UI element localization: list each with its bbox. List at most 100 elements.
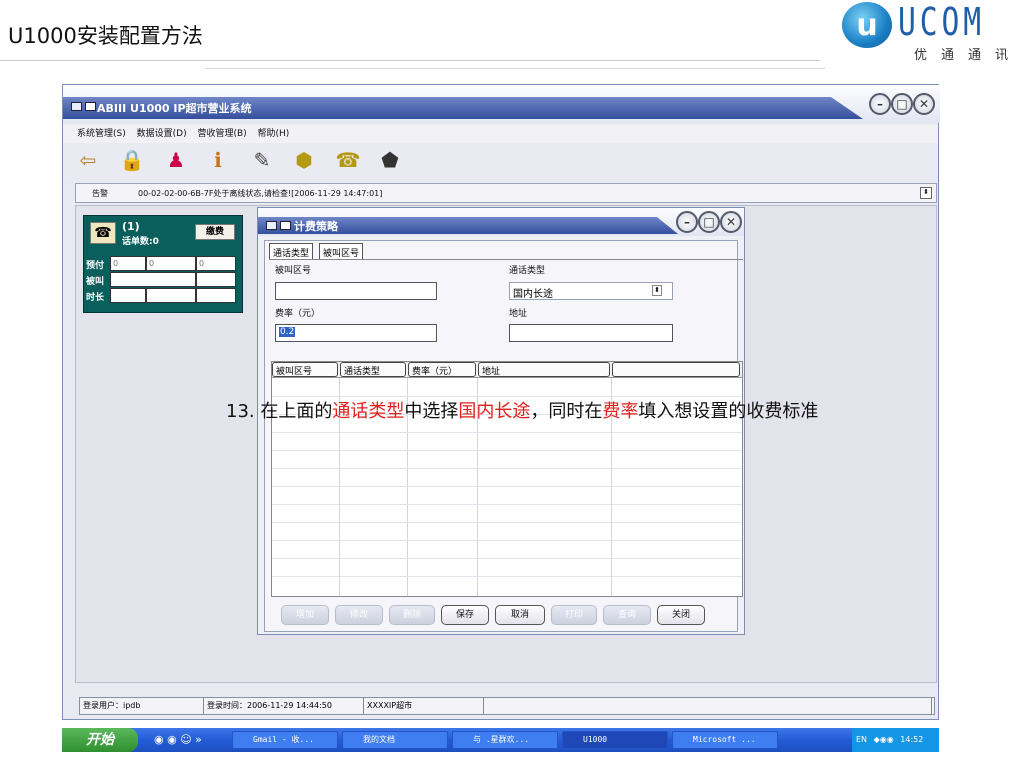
info-icon[interactable]: ℹ bbox=[205, 147, 231, 173]
dialog-titlebar[interactable]: 计费策略 – □ ✕ bbox=[258, 208, 744, 236]
taskbar-item-documents[interactable]: 我的文档 bbox=[342, 731, 448, 749]
system-tray: EN ◆◉◉ 14:52 bbox=[852, 728, 939, 752]
table-header: 被叫区号 通话类型 费率（元） 地址 bbox=[272, 362, 742, 378]
rate-input[interactable]: 0.2 bbox=[275, 324, 437, 342]
save-button[interactable]: 保存 bbox=[441, 605, 489, 625]
booth-cell bbox=[196, 288, 236, 303]
menu-system[interactable]: 系统管理(S) bbox=[77, 125, 126, 143]
users-icon[interactable]: ♟ bbox=[163, 147, 189, 173]
maximize-button[interactable]: □ bbox=[891, 93, 913, 115]
tab-call-type[interactable]: 通话类型 bbox=[269, 243, 314, 259]
rate-label: 费率（元） bbox=[275, 309, 321, 319]
dialog-restore-icon[interactable] bbox=[280, 221, 291, 230]
taskbar-item-chat[interactable]: 与 .星群欢... bbox=[452, 731, 558, 749]
booth-phone-icon[interactable]: ☎ bbox=[90, 222, 116, 244]
title-divider bbox=[0, 60, 820, 61]
window-restore-icon[interactable] bbox=[85, 102, 96, 111]
booth-row-label: 时长 bbox=[86, 293, 105, 303]
ucom-logo: u UCOM 优通通讯 bbox=[842, 0, 1024, 63]
booth-cell bbox=[196, 272, 236, 287]
highlight-rate: 费率 bbox=[602, 401, 639, 422]
policy-form: 被叫区号 通话类型 国内长途 ⬍ 费率（元） 0.2 地址 bbox=[269, 259, 743, 357]
booth-cell bbox=[146, 288, 196, 303]
cancel-button[interactable]: 取消 bbox=[495, 605, 545, 625]
alert-label: 告警 bbox=[92, 189, 108, 198]
call-type-value: 国内长途 bbox=[513, 289, 553, 300]
logo-mark-icon: u bbox=[842, 2, 892, 48]
close-button[interactable]: ✕ bbox=[913, 93, 935, 115]
booth-cell: 0 bbox=[196, 256, 236, 271]
policy-table: 被叫区号 通话类型 费率（元） 地址 bbox=[271, 361, 743, 597]
dialog-menu-icon[interactable] bbox=[266, 221, 277, 230]
column-header-call-type[interactable]: 通话类型 bbox=[340, 362, 406, 377]
column-header-extra[interactable] bbox=[612, 362, 740, 377]
exit-icon[interactable]: ⇦ bbox=[75, 147, 101, 173]
status-store: XXXXIP超市 bbox=[364, 698, 484, 714]
column-header-address[interactable]: 地址 bbox=[478, 362, 610, 377]
close-dialog-button[interactable]: 关闭 bbox=[657, 605, 705, 625]
status-user: 登录用户：ipdb bbox=[80, 698, 204, 714]
lock-icon[interactable]: 🔒 bbox=[119, 147, 145, 173]
logo-mark-letter: u bbox=[856, 8, 878, 43]
dialog-maximize-button[interactable]: □ bbox=[698, 211, 720, 233]
dialog-body: 通话类型 被叫区号 被叫区号 通话类型 国内长途 ⬍ 费率（元） 0.2 地址 bbox=[264, 240, 743, 632]
tray-icons[interactable]: ◆◉◉ bbox=[874, 735, 894, 744]
call-type-select[interactable]: 国内长途 ⬍ bbox=[509, 282, 673, 300]
tab-called-area[interactable]: 被叫区号 bbox=[319, 243, 364, 259]
called-area-label: 被叫区号 bbox=[275, 266, 312, 276]
rate-value: 0.2 bbox=[279, 327, 296, 337]
start-button[interactable]: 开始 bbox=[62, 728, 138, 752]
booth-line-number: (1) bbox=[122, 220, 140, 233]
window-menu-icon[interactable] bbox=[71, 102, 82, 111]
booth-row-label: 预付 bbox=[86, 261, 105, 271]
highlight-call-type: 通话类型 bbox=[332, 401, 405, 422]
dialog-close-button[interactable]: ✕ bbox=[720, 211, 742, 233]
quick-launch-icons[interactable]: ◉ ◉ ☺ » bbox=[154, 733, 202, 746]
minimize-button[interactable]: – bbox=[869, 93, 891, 115]
call-type-label: 通话类型 bbox=[509, 266, 546, 276]
dialog-title: 计费策略 bbox=[294, 220, 338, 233]
logo-text: UCOM bbox=[898, 0, 985, 44]
delete-button[interactable]: 删除 bbox=[389, 605, 435, 625]
menu-revenue[interactable]: 营收管理(B) bbox=[197, 125, 246, 143]
status-login-time: 登录时间：2006-11-29 14:44:50 bbox=[204, 698, 364, 714]
highlight-domestic-long-distance: 国内长途 bbox=[458, 401, 531, 422]
query-button[interactable]: 查询 bbox=[603, 605, 651, 625]
title-divider-secondary bbox=[205, 68, 825, 69]
edit-button[interactable]: 修改 bbox=[335, 605, 383, 625]
booth-cell: 0 bbox=[146, 256, 196, 271]
column-header-rate[interactable]: 费率（元） bbox=[408, 362, 476, 377]
window-titlebar[interactable]: ABIII U1000 IP超市营业系统 – □ ✕ bbox=[63, 85, 940, 123]
booth-bill-count: 话单数:0 bbox=[122, 237, 159, 247]
dialog-minimize-button[interactable]: – bbox=[676, 211, 698, 233]
address-label: 地址 bbox=[509, 309, 528, 319]
alert-dropdown-icon[interactable]: ⬍ bbox=[920, 187, 932, 199]
eia-icon[interactable]: ⬢ bbox=[291, 147, 317, 173]
menu-bar: 系统管理(S) 数据设置(D) 营收管理(B) 帮助(H) bbox=[63, 125, 938, 143]
print-button[interactable]: 打印 bbox=[551, 605, 597, 625]
tools-icon[interactable]: ✎ bbox=[249, 147, 275, 173]
menu-help[interactable]: 帮助(H) bbox=[258, 125, 290, 143]
booth-cell bbox=[110, 288, 146, 303]
taskbar: 开始 ◉ ◉ ☺ » Gmail - 收... 我的文档 与 .星群欢... U… bbox=[62, 728, 939, 752]
pay-button[interactable]: 缴费 bbox=[195, 224, 235, 240]
box-icon[interactable]: ⬟ bbox=[377, 147, 403, 173]
clock: 14:52 bbox=[900, 735, 924, 744]
logo-subtitle: 优通通讯 bbox=[914, 48, 1023, 63]
taskbar-item-gmail[interactable]: Gmail - 收... bbox=[232, 731, 338, 749]
taskbar-item-u1000[interactable]: U1000 bbox=[562, 731, 668, 749]
column-header-called-area[interactable]: 被叫区号 bbox=[272, 362, 338, 377]
booth-cell: 0 bbox=[110, 256, 146, 271]
taskbar-item-microsoft[interactable]: Microsoft ... bbox=[672, 731, 778, 749]
phone-icon[interactable]: ☎ bbox=[335, 147, 361, 173]
slide-title: U1000安装配置方法 bbox=[8, 24, 203, 48]
address-input[interactable] bbox=[509, 324, 673, 342]
add-button[interactable]: 增加 bbox=[281, 605, 329, 625]
menu-data-settings[interactable]: 数据设置(D) bbox=[137, 125, 187, 143]
window-title: ABIII U1000 IP超市营业系统 bbox=[97, 102, 252, 115]
booth-panel[interactable]: ☎ (1) 话单数:0 缴费 预付 0 0 0 被叫 时长 bbox=[83, 215, 243, 313]
language-indicator[interactable]: EN bbox=[856, 735, 867, 744]
dropdown-icon[interactable]: ⬍ bbox=[652, 285, 662, 296]
instruction-annotation: 13. 在上面的通话类型中选择国内长途，同时在费率填入想设置的收费标准 bbox=[226, 401, 819, 422]
called-area-input[interactable] bbox=[275, 282, 437, 300]
